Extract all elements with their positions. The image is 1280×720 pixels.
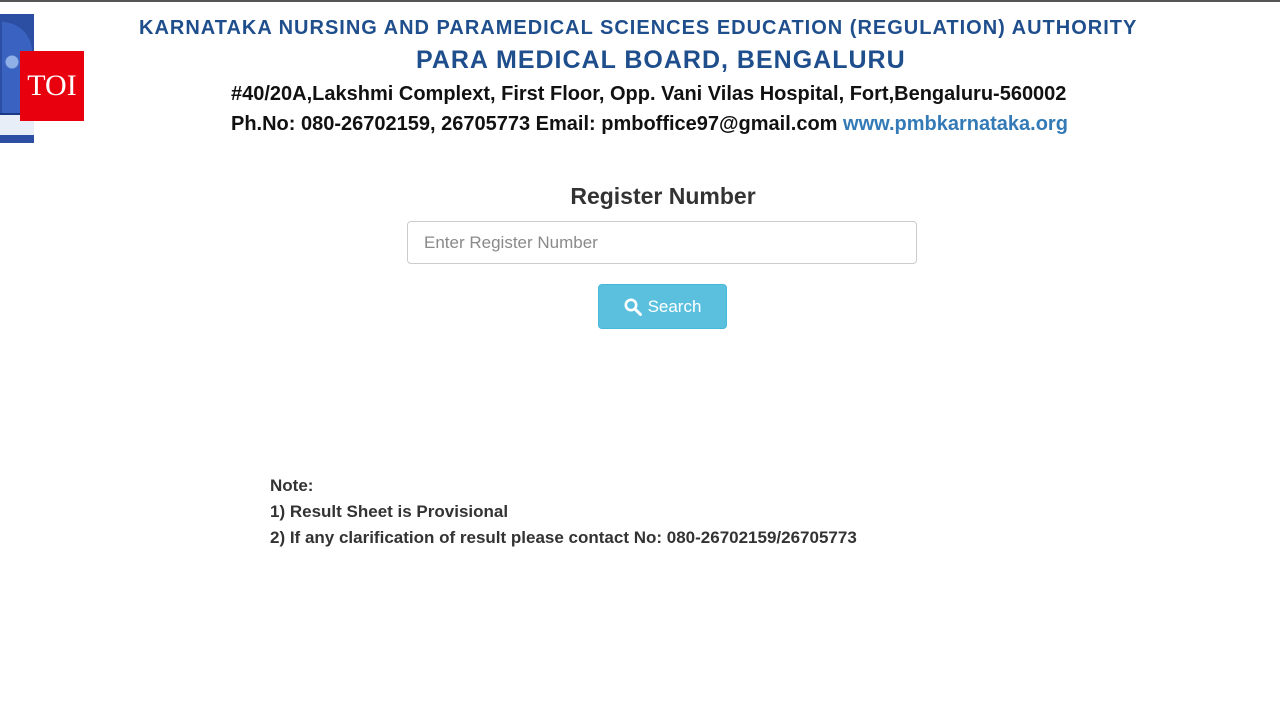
board-address: #40/20A,Lakshmi Complext, First Floor, O…: [231, 83, 1067, 105]
search-button[interactable]: Search: [598, 284, 727, 329]
register-number-label: Register Number: [570, 183, 756, 209]
contact-details: Ph.No: 080-26702159, 26705773 Email: pmb…: [231, 113, 838, 135]
search-icon: [624, 298, 642, 316]
notes-heading: Note:: [270, 476, 314, 495]
contact-line: Ph.No: 080-26702159, 26705773 Email: pmb…: [231, 113, 1068, 136]
board-title: PARA MEDICAL BOARD, BENGALURU: [416, 46, 906, 74]
search-button-label: Search: [647, 296, 702, 316]
note-item: 1) Result Sheet is Provisional: [270, 502, 509, 521]
notes-section: Note: 1) Result Sheet is Provisional 2) …: [270, 473, 857, 551]
top-border: [0, 0, 1280, 2]
website-link[interactable]: www.pmbkarnataka.org: [843, 113, 1068, 135]
note-item: 2) If any clarification of result please…: [270, 528, 857, 547]
register-number-input[interactable]: [407, 221, 917, 264]
toi-watermark: TOI: [20, 51, 84, 121]
authority-title: KARNATAKA NURSING AND PARAMEDICAL SCIENC…: [139, 17, 1138, 39]
